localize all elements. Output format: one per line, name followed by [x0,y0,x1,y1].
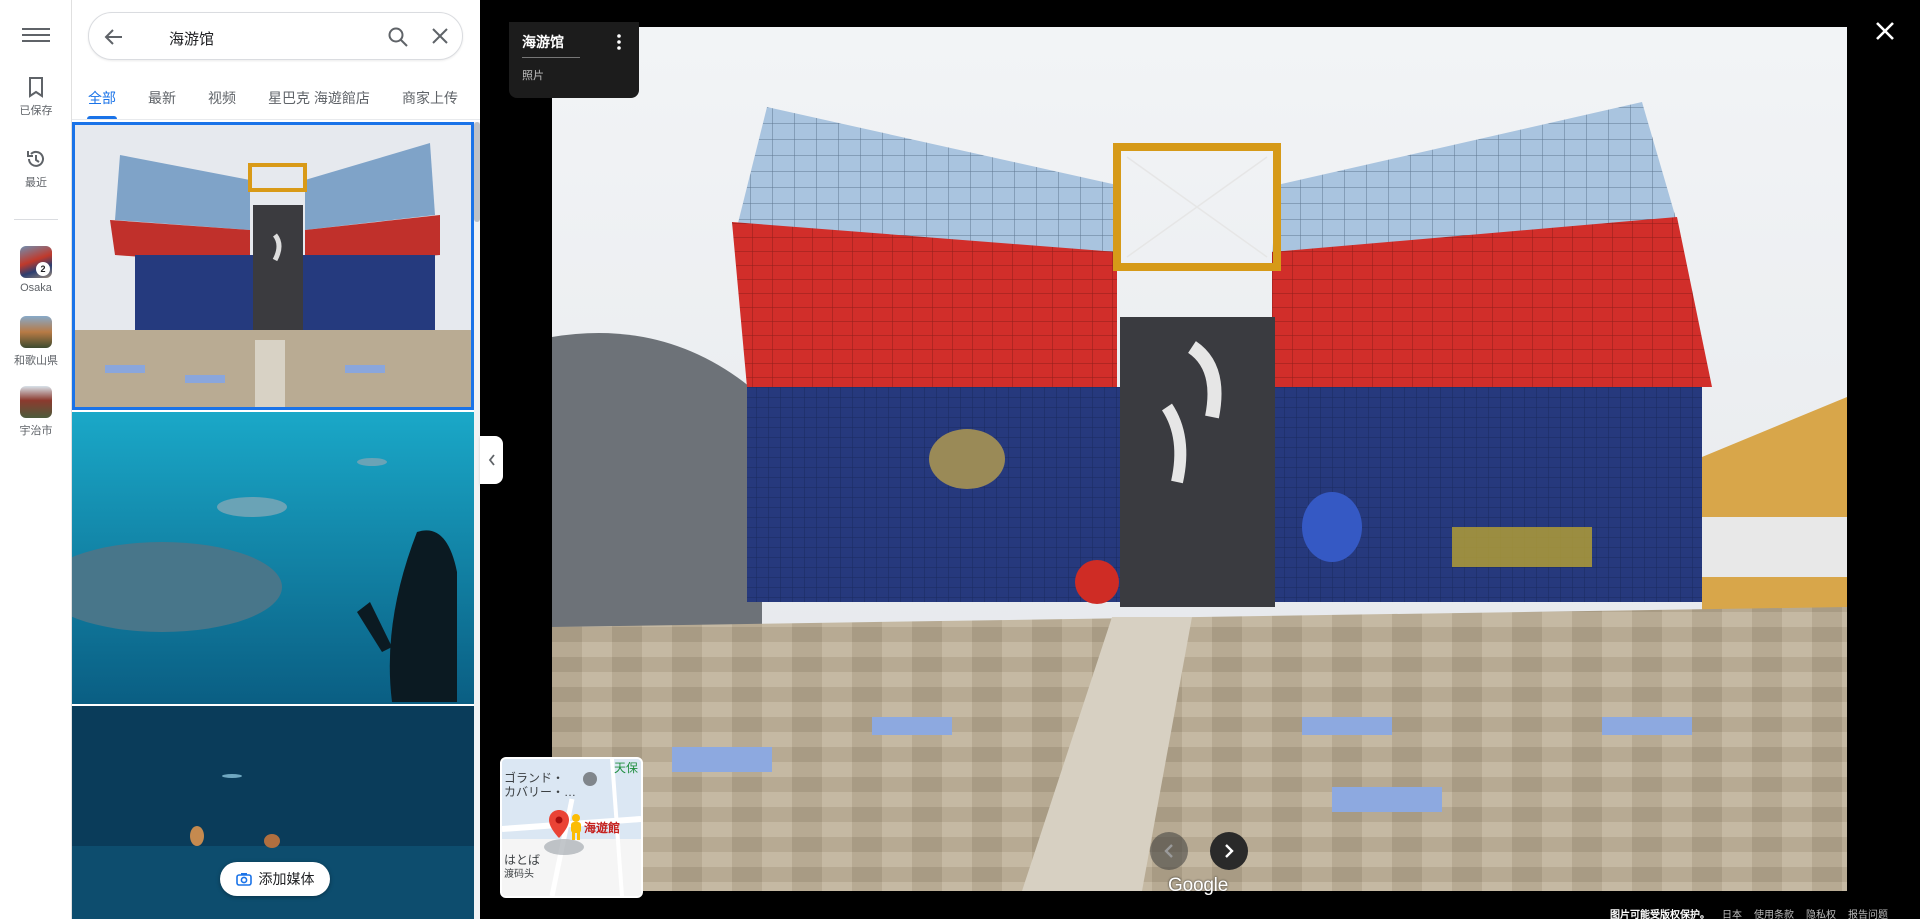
history-icon [27,150,44,167]
search-box[interactable]: 海游馆 [88,12,463,60]
tab-latest[interactable]: 最新 [148,88,176,108]
copyright-notice: 图片可能受版权保护。 [1610,910,1710,919]
photo-tabs: 全部 最新 视频 星巴克 海遊館店 商家上传 [72,76,480,120]
camera-icon [235,873,252,886]
search-query[interactable]: 海游馆 [169,28,214,49]
place-label: 和歌山県 [14,355,58,367]
tab-videos[interactable]: 视频 [208,88,236,108]
minimap[interactable]: ゴランド・ カバリー・… 天保 海遊館 はとば 渡码头 [500,757,643,898]
close-viewer-icon[interactable] [1874,20,1896,47]
tab-owner-uploads[interactable]: 商家上传 [402,88,458,108]
recent-place-wakayama[interactable]: 和歌山県 [0,316,72,368]
location-pin-icon [549,810,569,838]
place-thumbnail [20,316,52,348]
place-name[interactable]: 海游馆 [522,32,564,52]
viewer-footer: 图片可能受版权保护。 日本 使用条款 隐私权 报告问题 [1610,906,1888,919]
media-kind-label: 照片 [522,70,544,82]
chevron-left-icon [488,454,495,466]
place-name-underline [522,57,580,58]
saved-label: 已保存 [19,105,53,117]
photo-list-scrollbar[interactable] [474,122,480,919]
place-thumbnail [20,386,52,418]
place-info-card: 海游馆 照片 [509,22,639,98]
minimap-label: 天保 [614,761,639,775]
recent-button[interactable]: 最近 [0,148,72,190]
active-tab-indicator [87,116,117,119]
tab-all[interactable]: 全部 [88,88,116,108]
previous-photo-button[interactable] [1150,832,1188,870]
next-photo-button[interactable] [1210,832,1248,870]
terms-link[interactable]: 使用条款 [1754,906,1794,919]
more-options-icon[interactable] [611,32,627,57]
tab-starbucks[interactable]: 星巴克 海遊館店 [268,88,370,108]
recent-place-uji[interactable]: 宇治市 [0,386,72,438]
recent-place-osaka[interactable]: 2 Osaka [0,246,72,294]
photo-panel: 海游馆 全部 最新 视频 星巴克 海遊館店 商家上传 添加媒体 [72,0,480,919]
place-thumbnail: 2 [20,246,52,278]
minimap-label: 渡码头 [504,869,534,880]
left-rail: 已保存 最近 2 Osaka 和歌山県 宇治市 [0,0,72,919]
saved-button[interactable]: 已保存 [0,76,72,118]
minimap-label: カバリー・… [504,785,577,799]
chevron-left-icon [1164,844,1173,858]
google-attribution: Google [1168,875,1229,896]
minimap-label: 海遊館 [584,821,621,835]
place-label: 宇治市 [19,425,53,437]
pegman-icon[interactable] [568,813,584,841]
collapse-panel-button[interactable] [480,436,503,484]
privacy-link[interactable]: 隐私权 [1806,906,1836,919]
photo-thumbnail-building[interactable] [72,122,474,410]
menu-icon[interactable] [22,24,50,46]
main-photo[interactable] [552,27,1847,891]
bookmark-icon [29,77,43,98]
back-arrow-icon[interactable] [103,26,125,53]
search-icon[interactable] [387,26,409,53]
recent-label: 最近 [25,177,47,189]
report-link[interactable]: 报告问题 [1848,906,1888,919]
rail-divider [14,219,58,220]
region-link[interactable]: 日本 [1722,906,1742,919]
count-badge: 2 [36,262,50,276]
close-icon[interactable] [431,27,449,50]
photo-thumbnail-whale-shark[interactable] [72,412,474,704]
place-label: Osaka [20,282,52,294]
add-media-label: 添加媒体 [258,871,315,887]
chevron-right-icon [1225,844,1234,858]
add-media-button[interactable]: 添加媒体 [220,862,330,896]
